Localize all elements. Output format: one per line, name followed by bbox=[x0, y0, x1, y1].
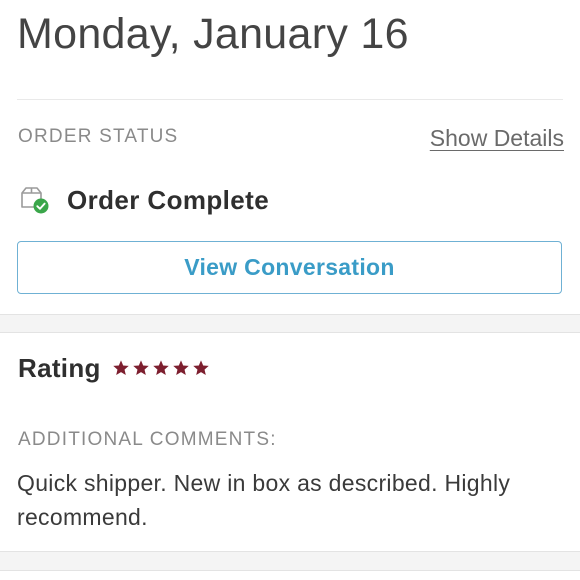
order-date-title: Monday, January 16 bbox=[17, 10, 409, 58]
star-icon bbox=[172, 360, 189, 376]
section-separator bbox=[0, 314, 580, 333]
star-icon bbox=[192, 360, 209, 376]
order-status-label: ORDER STATUS bbox=[18, 126, 179, 147]
order-status-row: Order Complete bbox=[18, 183, 269, 217]
order-detail-page: Monday, January 16 ORDER STATUS Show Det… bbox=[0, 0, 580, 580]
star-icon bbox=[112, 360, 129, 376]
section-separator-bottom bbox=[0, 551, 580, 571]
additional-comments-label: ADDITIONAL COMMENTS: bbox=[18, 429, 277, 450]
order-status-text: Order Complete bbox=[67, 184, 270, 215]
rating-label: Rating bbox=[18, 352, 101, 383]
package-complete-icon bbox=[18, 185, 50, 215]
comment-text: Quick shipper. New in box as described. … bbox=[17, 470, 511, 530]
next-section-edge bbox=[0, 571, 580, 580]
show-details-link[interactable]: Show Details bbox=[430, 125, 564, 152]
rating-row: Rating bbox=[18, 350, 210, 386]
header-divider bbox=[17, 99, 563, 100]
rating-stars bbox=[112, 359, 210, 377]
star-icon bbox=[132, 360, 149, 376]
view-conversation-button[interactable]: View Conversation bbox=[17, 241, 562, 294]
star-icon bbox=[152, 360, 169, 376]
